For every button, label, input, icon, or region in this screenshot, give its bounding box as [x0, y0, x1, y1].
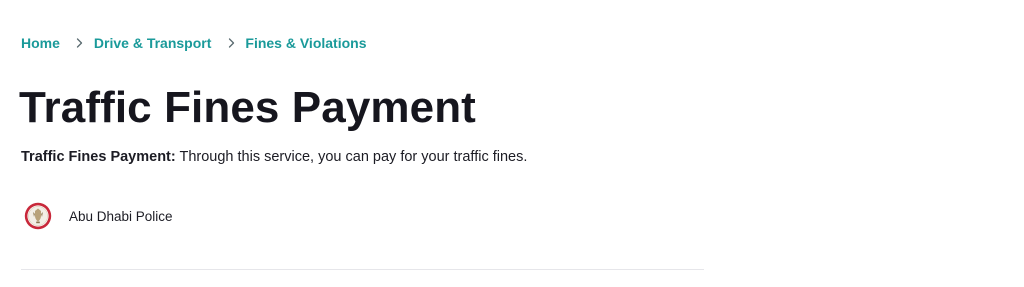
- page-title: Traffic Fines Payment: [19, 83, 476, 132]
- section-divider: [21, 269, 704, 270]
- service-description: Traffic Fines Payment: Through this serv…: [21, 148, 527, 166]
- provider-name: Abu Dhabi Police: [69, 208, 173, 224]
- breadcrumb-home-link[interactable]: Home: [21, 35, 60, 51]
- breadcrumb-fines-violations-link[interactable]: Fines & Violations: [245, 35, 366, 51]
- breadcrumb-drive-transport-link[interactable]: Drive & Transport: [94, 35, 211, 51]
- police-emblem-icon: [24, 202, 52, 230]
- chevron-right-icon: [226, 38, 236, 48]
- breadcrumb: Home Drive & Transport Fines & Violation…: [21, 35, 367, 51]
- service-description-text: Through this service, you can pay for yo…: [175, 149, 528, 165]
- service-description-label: Traffic Fines Payment:: [21, 149, 176, 165]
- service-provider: Abu Dhabi Police: [24, 202, 173, 230]
- chevron-right-icon: [75, 38, 85, 48]
